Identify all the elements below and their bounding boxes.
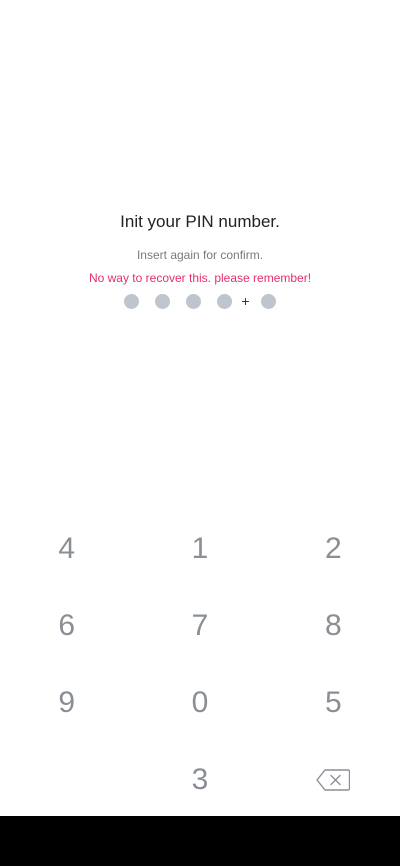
key-empty — [0, 741, 133, 818]
number-keypad: 4 1 2 6 7 8 9 0 5 3 — [0, 510, 400, 820]
key-5[interactable]: 5 — [267, 664, 400, 741]
system-nav-bar — [0, 816, 400, 866]
key-8[interactable]: 8 — [267, 587, 400, 664]
key-1[interactable]: 1 — [133, 510, 266, 587]
backspace-icon — [316, 768, 351, 791]
pin-header: Init your PIN number. Insert again for c… — [0, 208, 400, 287]
pin-indicator: + — [0, 293, 400, 309]
keypad-row: 4 1 2 — [0, 510, 400, 587]
keypad-row: 3 — [0, 741, 400, 818]
subtitle: Insert again for confirm. — [136, 248, 264, 262]
pin-dot — [124, 293, 139, 309]
key-6[interactable]: 6 — [0, 587, 133, 664]
key-2[interactable]: 2 — [267, 510, 400, 587]
pin-setup-screen: Init your PIN number. Insert again for c… — [0, 0, 400, 866]
plus-separator: + — [241, 292, 250, 309]
key-3[interactable]: 3 — [133, 741, 266, 818]
key-4[interactable]: 4 — [0, 510, 133, 587]
key-9[interactable]: 9 — [0, 664, 133, 741]
pin-dot — [217, 293, 232, 309]
key-7[interactable]: 7 — [133, 587, 266, 664]
keypad-row: 6 7 8 — [0, 587, 400, 664]
warning-text: No way to recover this. please remember! — [88, 271, 312, 285]
backspace-button[interactable] — [267, 741, 400, 818]
page-title: Init your PIN number. — [120, 212, 280, 231]
pin-dot — [261, 293, 276, 309]
pin-dot — [155, 293, 170, 309]
keypad-row: 9 0 5 — [0, 664, 400, 741]
key-0[interactable]: 0 — [133, 664, 266, 741]
pin-dot — [186, 293, 201, 309]
